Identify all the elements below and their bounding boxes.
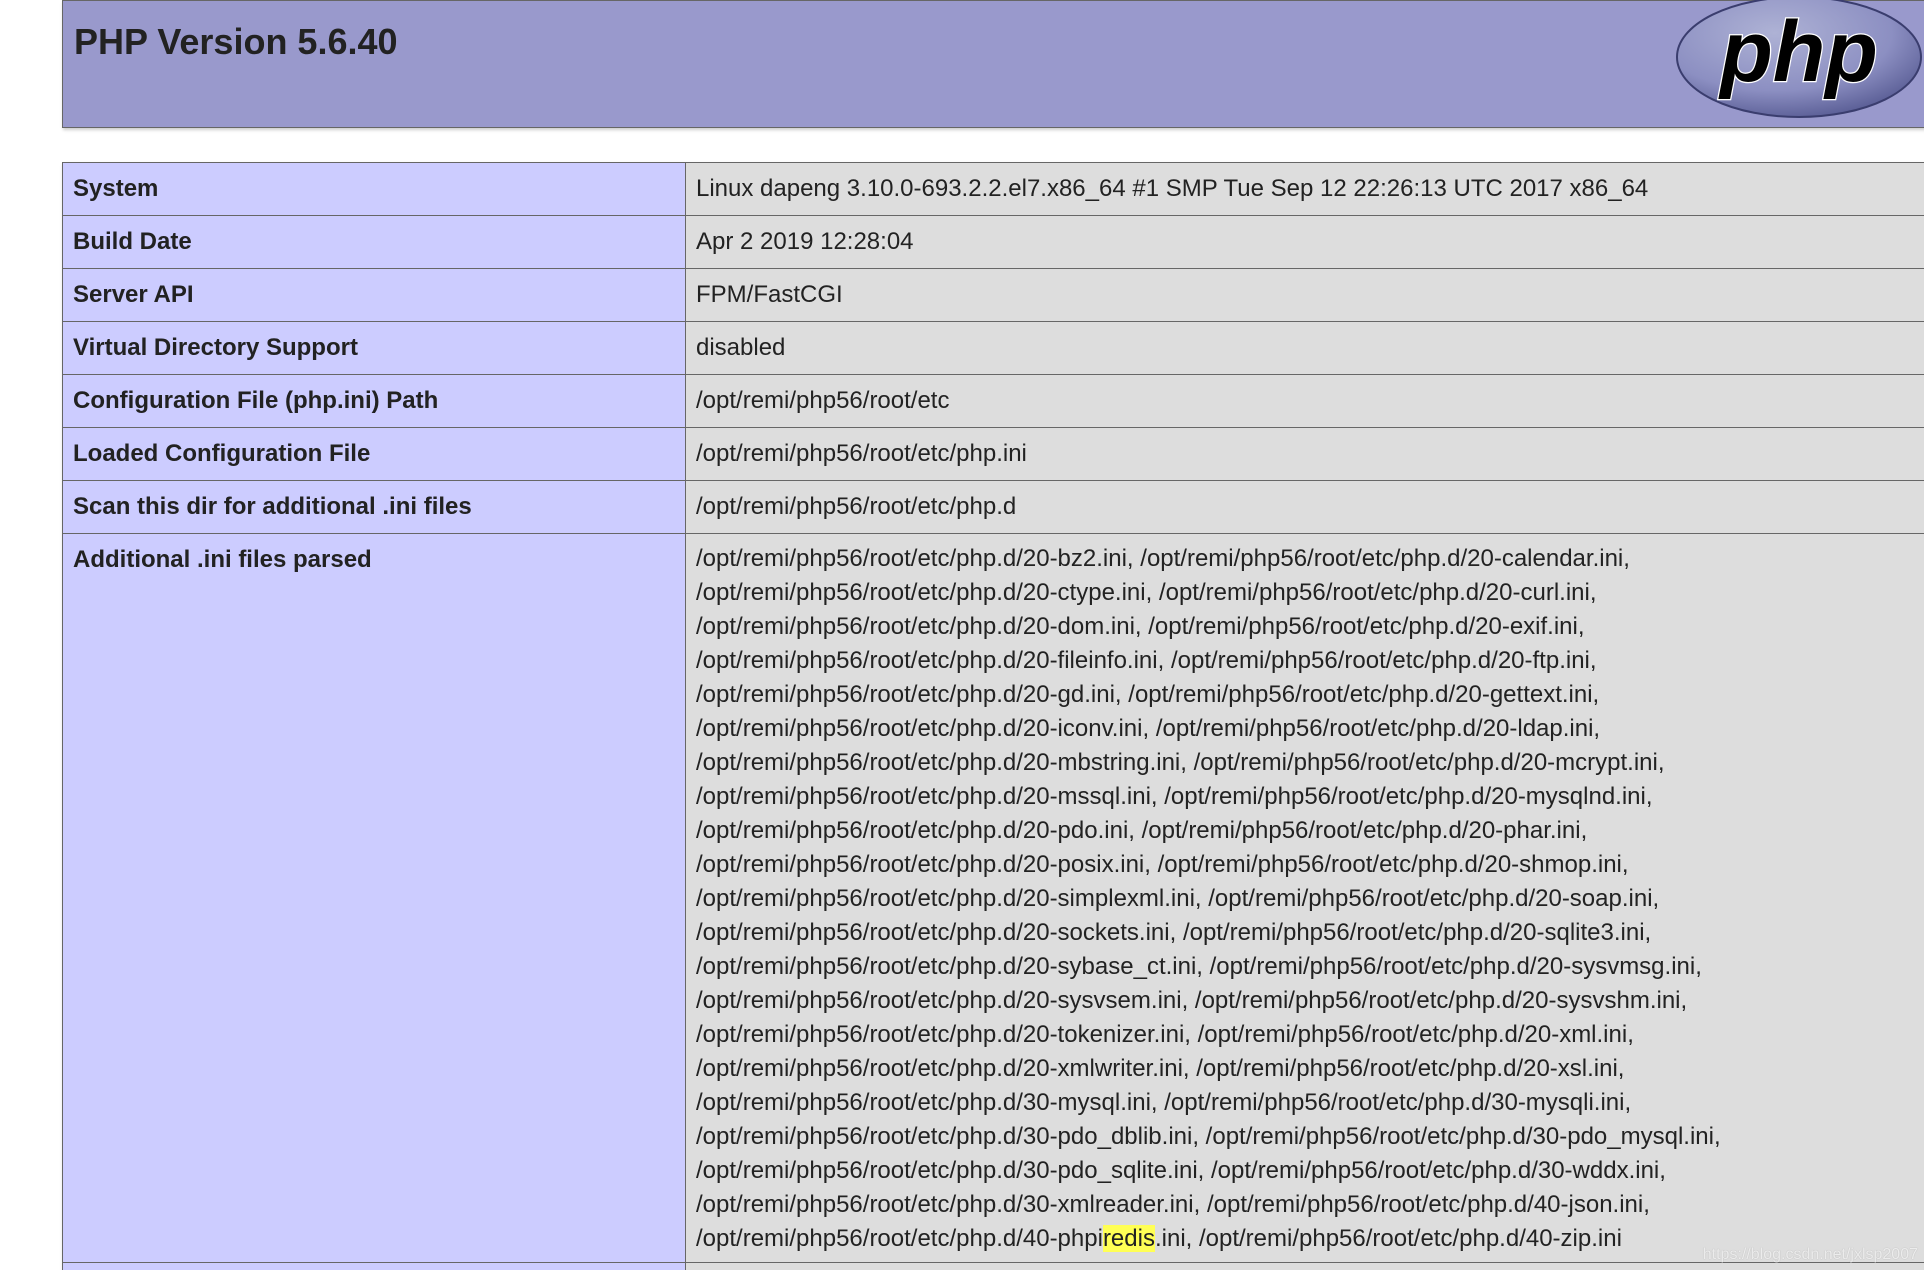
phpinfo-header: PHP Version 5.6.40 php: [62, 0, 1924, 128]
row-label: Virtual Directory Support: [62, 321, 686, 375]
row-label: System: [62, 162, 686, 216]
table-row: Scan this dir for additional .ini files …: [62, 480, 1924, 534]
ini-list-line: /opt/remi/php56/root/etc/php.d/30-pdo_sq…: [696, 1157, 1666, 1184]
row-value: Apr 2 2019 12:28:04: [685, 215, 1924, 269]
search-highlight: redis: [1102, 1225, 1155, 1252]
row-label: Scan this dir for additional .ini files: [62, 480, 686, 534]
row-label: Additional .ini files parsed: [62, 533, 686, 1263]
table-row: Build Date Apr 2 2019 12:28:04: [62, 215, 1924, 269]
ini-list-line: /opt/remi/php56/root/etc/php.d/20-ctype.…: [696, 579, 1597, 606]
ini-list-line: /opt/remi/php56/root/etc/php.d/20-posix.…: [696, 851, 1629, 878]
additional-ini-list: /opt/remi/php56/root/etc/php.d/20-bz2.in…: [685, 533, 1924, 1263]
php-logo: php: [1676, 0, 1922, 118]
ini-list-line: /opt/remi/php56/root/etc/php.d/30-pdo_db…: [696, 1123, 1721, 1150]
ini-list-line: /opt/remi/php56/root/etc/php.d/30-xmlrea…: [696, 1191, 1650, 1218]
ini-list-line: /opt/remi/php56/root/etc/php.d/20-xmlwri…: [696, 1055, 1625, 1082]
phpinfo-page: PHP Version 5.6.40 php System Linux dape…: [0, 0, 1924, 1270]
ini-list-line: /opt/remi/php56/root/etc/php.d/20-filein…: [696, 647, 1597, 674]
row-label: [62, 1262, 686, 1270]
ini-list-line: /opt/remi/php56/root/etc/php.d/30-mysql.…: [696, 1089, 1632, 1116]
ini-list-line: /opt/remi/php56/root/etc/php.d/20-gd.ini…: [696, 681, 1600, 708]
ini-list-line: /opt/remi/php56/root/etc/php.d/20-simple…: [696, 885, 1660, 912]
watermark: https://blog.csdn.net/jxlsp2007: [1702, 1246, 1918, 1263]
table-row-additional-ini: Additional .ini files parsed /opt/remi/p…: [62, 533, 1924, 1263]
table-row: Server API FPM/FastCGI: [62, 268, 1924, 322]
table-row: Configuration File (php.ini) Path /opt/r…: [62, 374, 1924, 428]
table-row: Loaded Configuration File /opt/remi/php5…: [62, 427, 1924, 481]
ini-list-line: /opt/remi/php56/root/etc/php.d/20-bz2.in…: [696, 545, 1630, 572]
row-label: Loaded Configuration File: [62, 427, 686, 481]
ini-list-line: /opt/remi/php56/root/etc/php.d/20-tokeni…: [696, 1021, 1634, 1048]
ini-list-line: /opt/remi/php56/root/etc/php.d/20-mbstri…: [696, 749, 1665, 776]
row-value: /opt/remi/php56/root/etc: [685, 374, 1924, 428]
row-label: Build Date: [62, 215, 686, 269]
row-value: /opt/remi/php56/root/etc/php.ini: [685, 427, 1924, 481]
table-row: Virtual Directory Support disabled: [62, 321, 1924, 375]
ini-list-line: /opt/remi/php56/root/etc/php.d/20-socket…: [696, 919, 1652, 946]
ini-list-line: /opt/remi/php56/root/etc/php.d/20-mssql.…: [696, 783, 1653, 810]
ini-line-before: /opt/remi/php56/root/etc/php.d/40-phpi: [696, 1225, 1103, 1252]
ini-list-line: /opt/remi/php56/root/etc/php.d/20-iconv.…: [696, 715, 1601, 742]
row-label: Server API: [62, 268, 686, 322]
row-value: disabled: [685, 321, 1924, 375]
ini-list-line: /opt/remi/php56/root/etc/php.d/20-sysvse…: [696, 987, 1688, 1014]
ini-list-line: /opt/remi/php56/root/etc/php.d/20-pdo.in…: [696, 817, 1588, 844]
table-row: System Linux dapeng 3.10.0-693.2.2.el7.x…: [62, 162, 1924, 216]
row-value: /opt/remi/php56/root/etc/php.d: [685, 480, 1924, 534]
ini-line-after: .ini, /opt/remi/php56/root/etc/php.d/40-…: [1154, 1225, 1622, 1252]
row-label: Configuration File (php.ini) Path: [62, 374, 686, 428]
page-title: PHP Version 5.6.40: [74, 21, 398, 62]
ini-list-line: /opt/remi/php56/root/etc/php.d/20-dom.in…: [696, 613, 1585, 640]
table-row: [62, 1262, 1924, 1270]
phpinfo-table: System Linux dapeng 3.10.0-693.2.2.el7.x…: [62, 162, 1924, 1270]
row-value: Linux dapeng 3.10.0-693.2.2.el7.x86_64 #…: [685, 162, 1924, 216]
ini-list-line: /opt/remi/php56/root/etc/php.d/20-sybase…: [696, 953, 1702, 980]
row-value: FPM/FastCGI: [685, 268, 1924, 322]
php-logo-text: php: [1718, 4, 1878, 100]
